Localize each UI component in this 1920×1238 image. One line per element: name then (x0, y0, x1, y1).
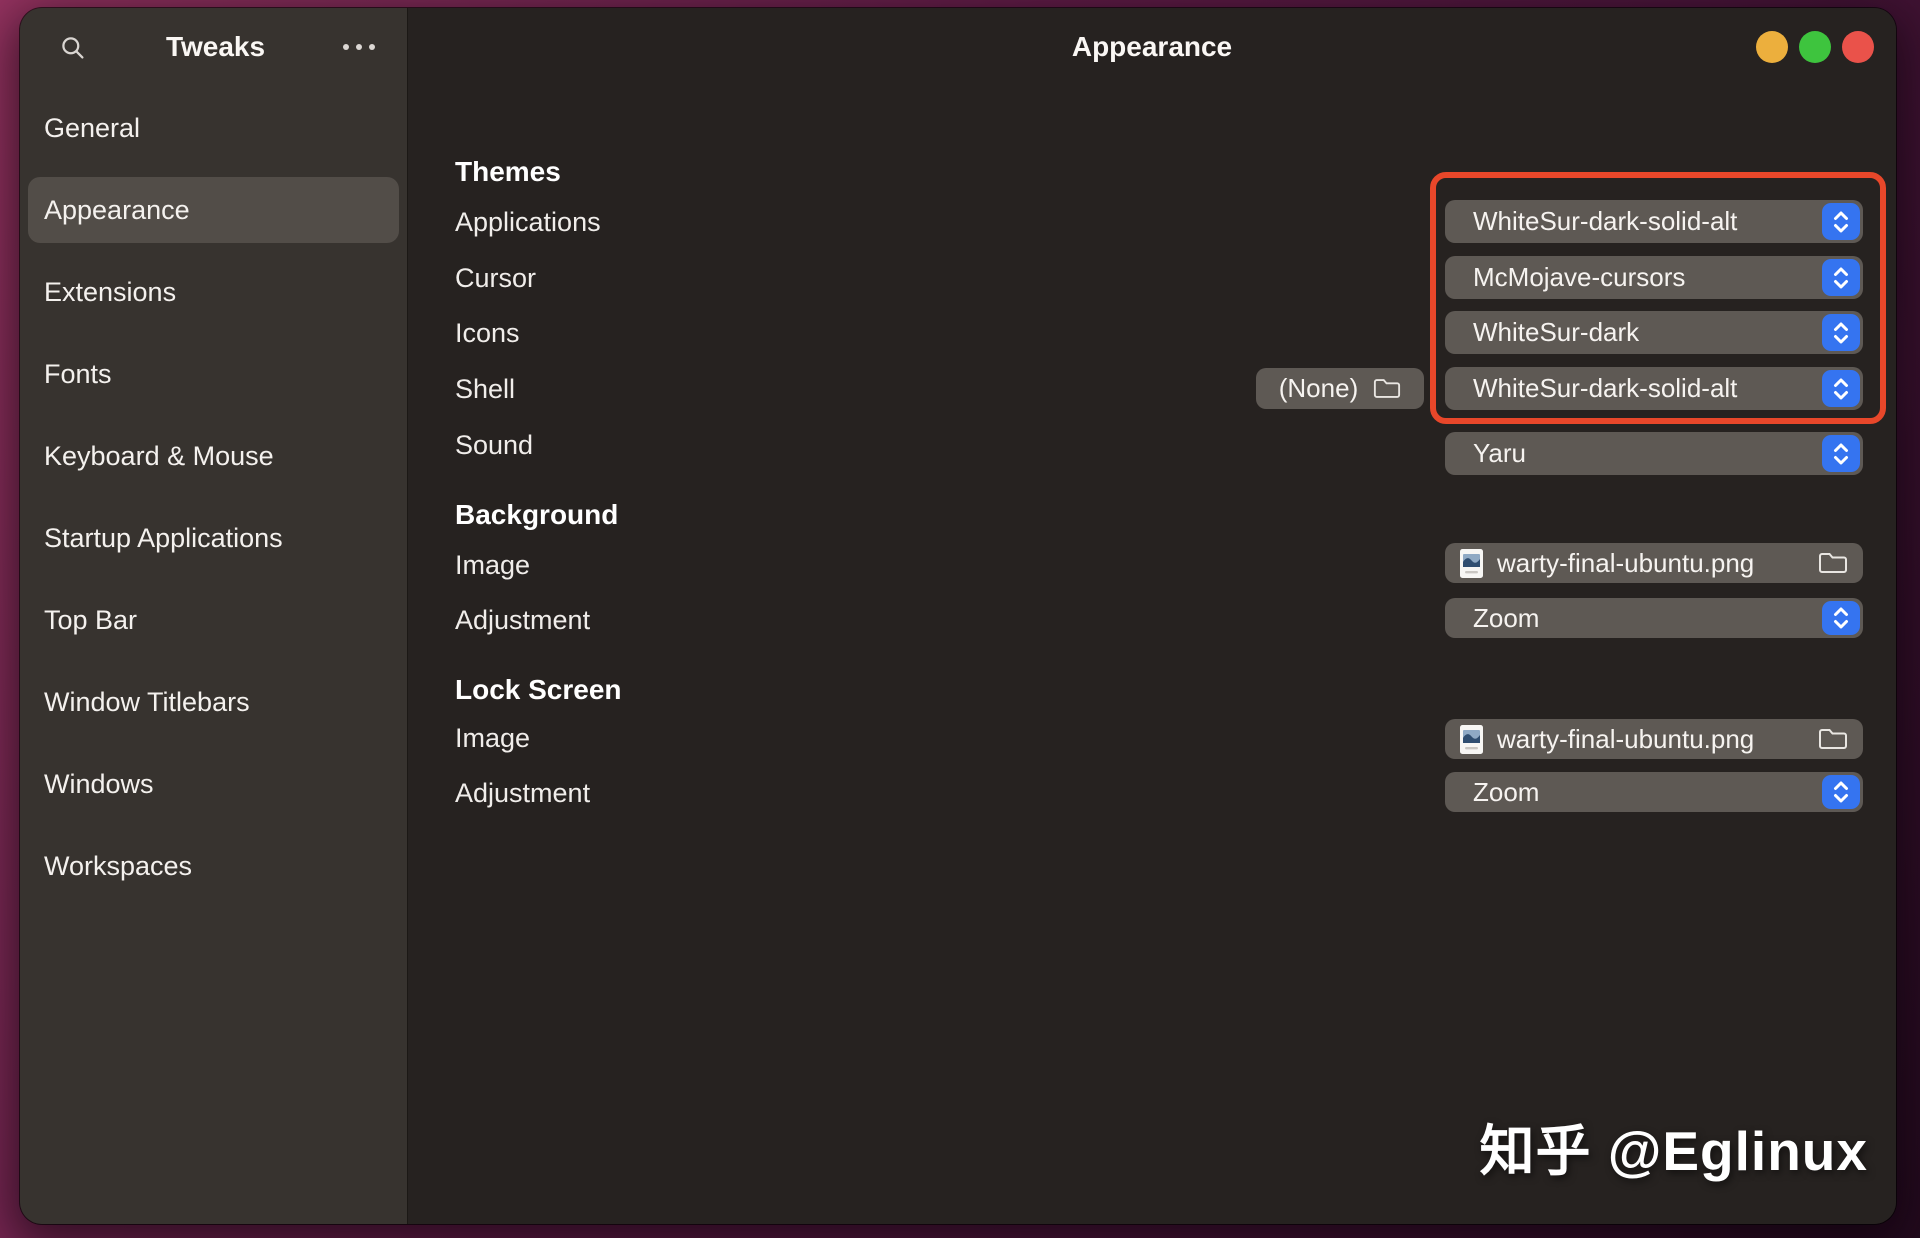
sidebar-item-label: Windows (44, 768, 154, 799)
row-label-sound: Sound (455, 430, 534, 460)
folder-icon (1819, 729, 1847, 749)
sidebar-item-label: Window Titlebars (44, 686, 250, 717)
background-adjustment-dropdown[interactable]: Zoom (1445, 598, 1863, 638)
updown-chevron-icon (1822, 370, 1860, 407)
sidebar-item-keyboard-mouse[interactable]: Keyboard & Mouse (28, 423, 399, 489)
image-file-icon (1460, 548, 1483, 578)
row-label-background-image: Image (455, 550, 531, 580)
dropdown-value: WhiteSur-dark-solid-alt (1473, 206, 1738, 236)
dropdown-value: Zoom (1473, 776, 1540, 807)
row-label-applications: Applications (455, 207, 601, 237)
sidebar-nav: General Appearance Extensions Fonts Keyb… (20, 95, 407, 915)
shell-theme-file-button[interactable]: (None) (1256, 368, 1424, 409)
row-label-cursor: Cursor (455, 263, 537, 293)
sidebar-item-label: Startup Applications (44, 522, 283, 553)
dropdown-value: WhiteSur-dark (1473, 317, 1640, 347)
sidebar-item-label: Workspaces (44, 850, 193, 881)
applications-theme-dropdown[interactable]: WhiteSur-dark-solid-alt (1445, 200, 1863, 243)
app-title: Tweaks (165, 31, 266, 62)
sidebar-item-appearance[interactable]: Appearance (28, 177, 399, 243)
sidebar-header: Tweaks (20, 8, 407, 86)
file-name: warty-final-ubuntu.png (1497, 547, 1755, 578)
updown-chevron-icon (1822, 435, 1860, 472)
sidebar-item-workspaces[interactable]: Workspaces (28, 833, 399, 899)
sidebar-item-extensions[interactable]: Extensions (28, 259, 399, 325)
sidebar-item-top-bar[interactable]: Top Bar (28, 587, 399, 653)
sidebar-item-label: Appearance (44, 194, 190, 225)
row-label-icons: Icons (455, 318, 520, 348)
updown-chevron-icon (1822, 601, 1860, 635)
dropdown-value: WhiteSur-dark-solid-alt (1473, 373, 1738, 403)
dropdown-value: Yaru (1473, 438, 1526, 468)
close-button[interactable] (1842, 31, 1874, 63)
dropdown-value: Zoom (1473, 602, 1540, 633)
updown-chevron-icon (1822, 259, 1860, 296)
folder-icon (1374, 379, 1401, 398)
row-label-lockscreen-adjustment: Adjustment (455, 778, 591, 808)
cursor-theme-dropdown[interactable]: McMojave-cursors (1445, 256, 1863, 299)
sidebar-item-label: Extensions (44, 276, 177, 307)
row-label-lockscreen-image: Image (455, 723, 531, 753)
row-label-shell: Shell (455, 374, 516, 404)
folder-icon (1819, 553, 1847, 573)
updown-chevron-icon (1822, 203, 1860, 240)
headerbar: Appearance (408, 8, 1896, 86)
section-title-themes: Themes (455, 156, 561, 187)
main-panel: Appearance Themes Applications Cursor Ic… (408, 8, 1896, 1224)
sidebar-item-startup-applications[interactable]: Startup Applications (28, 505, 399, 571)
sidebar-item-label: Keyboard & Mouse (44, 440, 274, 471)
search-button[interactable] (52, 27, 92, 67)
sidebar-item-windows[interactable]: Windows (28, 751, 399, 817)
updown-chevron-icon (1822, 314, 1860, 351)
search-icon (61, 36, 84, 59)
sound-theme-dropdown[interactable]: Yaru (1445, 432, 1863, 475)
maximize-button[interactable] (1799, 31, 1831, 63)
sidebar-item-label: Fonts (44, 358, 112, 389)
updown-chevron-icon (1822, 775, 1860, 809)
page-title: Appearance (1071, 31, 1233, 62)
menu-button[interactable] (339, 27, 379, 67)
sidebar-item-label: Top Bar (44, 604, 138, 635)
tweaks-window: Tweaks General Appearance Extensions Fon… (20, 8, 1896, 1224)
sidebar: Tweaks General Appearance Extensions Fon… (20, 8, 408, 1224)
background-image-button[interactable]: warty-final-ubuntu.png (1445, 543, 1863, 583)
dropdown-value: McMojave-cursors (1473, 262, 1686, 292)
sidebar-item-fonts[interactable]: Fonts (28, 341, 399, 407)
shell-file-value: (None) (1278, 373, 1359, 403)
sidebar-item-window-titlebars[interactable]: Window Titlebars (28, 669, 399, 735)
row-label-background-adjustment: Adjustment (455, 605, 591, 635)
shell-theme-dropdown[interactable]: WhiteSur-dark-solid-alt (1445, 367, 1863, 410)
lockscreen-adjustment-dropdown[interactable]: Zoom (1445, 772, 1863, 812)
sidebar-item-label: General (44, 112, 141, 143)
ellipsis-icon (343, 44, 375, 50)
minimize-button[interactable] (1756, 31, 1788, 63)
window-controls (1756, 31, 1874, 63)
icons-theme-dropdown[interactable]: WhiteSur-dark (1445, 311, 1863, 354)
file-name: warty-final-ubuntu.png (1497, 723, 1755, 754)
section-title-lock-screen: Lock Screen (455, 674, 622, 705)
lockscreen-image-button[interactable]: warty-final-ubuntu.png (1445, 719, 1863, 759)
sidebar-item-general[interactable]: General (28, 95, 399, 161)
image-file-icon (1460, 724, 1483, 754)
section-title-background: Background (455, 499, 619, 530)
